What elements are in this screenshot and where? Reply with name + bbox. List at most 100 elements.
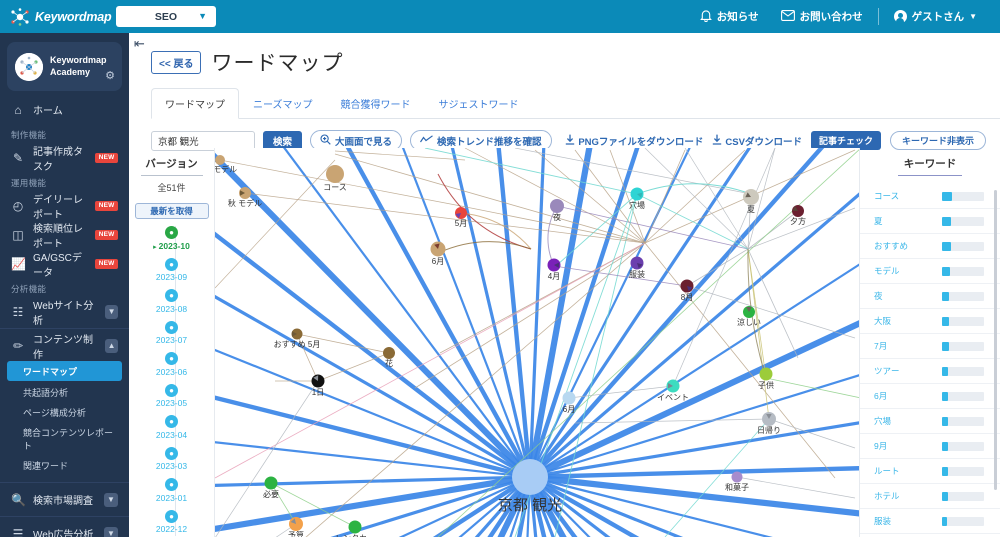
wordmap-canvas[interactable]: コース雛 モデル秋 モデルおすすめ 5月花1日5月6月夜穴場4月服装夏夕方8月涼… [214, 148, 860, 537]
brand-logo[interactable]: Keywordmap [0, 8, 108, 26]
page-title: ワードマップ [211, 47, 343, 77]
sidebar-item-related-words[interactable]: 関連ワード [0, 455, 129, 475]
png-download-button[interactable]: PNGファイルをダウンロード [565, 134, 703, 148]
version-entry[interactable]: ●2023-07 [129, 321, 214, 346]
wordmap-node[interactable] [326, 165, 344, 183]
clock-icon: ◴ [11, 199, 25, 213]
sidebar-item-wordmap[interactable]: ワードマップ [7, 361, 122, 381]
version-entry[interactable]: ●2023-03 [129, 447, 214, 472]
keyword-row[interactable]: 7月 [860, 334, 1000, 359]
wordmap-node[interactable] [512, 459, 548, 495]
version-entry[interactable]: ●2023-06 [129, 352, 214, 377]
user-menu[interactable]: ゲストさん ▼ [883, 9, 988, 24]
wordmap-node[interactable] [215, 155, 225, 165]
keyword-bar [942, 517, 984, 526]
version-list: ●2023-10 ●2023-09 ●2023-08 ●2023-07 ●2023-06… [129, 226, 214, 537]
academy-label: Keywordmap Academy [50, 55, 107, 78]
csv-download-button[interactable]: CSVダウンロード [712, 134, 802, 148]
tab-suggest-words[interactable]: サジェストワード [425, 88, 533, 119]
keyword-panel: キーワード コース夏おすすめモデル夜大阪7月ツアー6月穴場9月ルートホテル服装 [860, 148, 1000, 537]
get-latest-button[interactable]: 最新を取得 [135, 203, 209, 219]
keyword-row[interactable]: ルート [860, 459, 1000, 484]
keyword-bar [942, 467, 984, 476]
wordmap-edge [438, 174, 531, 249]
version-entry[interactable]: ●2022-12 [129, 510, 214, 535]
version-pin-icon: ● [165, 478, 178, 491]
academy-line2: Academy [50, 67, 90, 77]
keyword-scrollbar[interactable] [994, 190, 997, 490]
chevron-down-icon[interactable]: ▲ [105, 339, 118, 353]
wordmap-edge [530, 240, 860, 477]
tab-wordmap[interactable]: ワードマップ [151, 88, 239, 119]
notifications-label: お知らせ [717, 9, 759, 24]
sidebar-item-rank-report[interactable]: ◫ 検索順位レポート NEW [0, 220, 129, 249]
mode-select[interactable]: SEO ▼ [116, 6, 216, 27]
version-entry[interactable]: ●2023-08 [129, 289, 214, 314]
version-entry[interactable]: ●2023-04 [129, 415, 214, 440]
sidebar-collapse-icon[interactable]: ⇤ [130, 34, 149, 53]
academy-line1: Keywordmap [50, 55, 107, 65]
notifications-button[interactable]: お知らせ [689, 9, 770, 25]
keyword-row[interactable]: おすすめ [860, 234, 1000, 259]
version-entry[interactable]: ●2023-09 [129, 258, 214, 283]
keyword-row[interactable]: ホテル [860, 484, 1000, 509]
keyword-row[interactable]: モデル [860, 259, 1000, 284]
sidebar-item-home[interactable]: ⌂ ホーム [0, 95, 129, 124]
version-entry[interactable]: ●2023-10 [129, 226, 214, 251]
sidebar-item-ga-gsc[interactable]: 📈 GA/GSCデータ NEW [0, 249, 129, 278]
chevron-down-icon[interactable]: ▼ [105, 305, 118, 319]
keyword-bar [942, 342, 984, 351]
wordmap-edge [215, 243, 645, 478]
version-label: 2022-12 [129, 524, 214, 534]
keyword-row[interactable]: ツアー [860, 359, 1000, 384]
sidebar-item-page-structure[interactable]: ページ構成分析 [0, 402, 129, 422]
chevron-down-icon[interactable]: ▼ [104, 493, 118, 507]
sidebar-item-cooccurrence[interactable]: 共起語分析 [0, 382, 129, 402]
wordmap-edge [245, 193, 645, 243]
version-entry[interactable]: ●2023-05 [129, 384, 214, 409]
keyword-row[interactable]: 服装 [860, 509, 1000, 534]
keyword-row[interactable]: 9月 [860, 434, 1000, 459]
wordmap-node[interactable] [732, 472, 743, 483]
keyword-row[interactable]: 大阪 [860, 309, 1000, 334]
keyword-name: ルート [874, 465, 942, 477]
tab-competitor-words[interactable]: 競合獲得ワード [327, 88, 425, 119]
gear-icon[interactable]: ⚙ [105, 69, 115, 82]
wordmap-node[interactable] [550, 199, 564, 213]
sidebar-item-competitor-report[interactable]: 競合コンテンツレポート [0, 422, 129, 455]
wordmap-node[interactable] [563, 392, 576, 405]
sidebar-group-seisaku: 制作機能 [0, 124, 129, 143]
keyword-row[interactable]: 穴場 [860, 409, 1000, 434]
top-header-bar: Keywordmap SEO ▼ お知らせ お [0, 0, 1000, 33]
sidebar-item-daily-report[interactable]: ◴ デイリーレポート NEW [0, 191, 129, 220]
wordmap-node[interactable] [383, 347, 395, 359]
keyword-row[interactable]: コース [860, 184, 1000, 209]
keyword-row[interactable]: 夜 [860, 284, 1000, 309]
academy-card[interactable]: Keywordmap Academy ⚙ [7, 42, 122, 91]
sidebar-item-website-analysis[interactable]: ☷ Webサイト分析 ▼ [0, 297, 129, 326]
keyword-row[interactable]: 夏 [860, 209, 1000, 234]
keyword-name: おすすめ [874, 240, 942, 252]
sidebar-item-label: 検索順位レポート [33, 220, 87, 250]
wordmap-graph[interactable] [215, 148, 860, 537]
wordmap-edge [766, 378, 860, 398]
tab-needsmap[interactable]: ニーズマップ [239, 88, 327, 119]
chevron-down-icon[interactable]: ▼ [104, 527, 118, 537]
sidebar-item-article-task[interactable]: ✎ 記事作成タスク NEW [0, 143, 129, 172]
keyword-row[interactable]: 6月 [860, 384, 1000, 409]
sidebar-group-bunseki: 分析機能 [0, 278, 129, 297]
sidebar-item-web-ad-analysis[interactable]: ☰ Web広告分析 ▼ [0, 519, 129, 537]
keyword-bar [942, 367, 984, 376]
back-button[interactable]: << 戻る [151, 51, 201, 74]
sidebar-item-market-research[interactable]: 🔍 検索市場調査 ▼ [0, 485, 129, 514]
contact-button[interactable]: お問い合わせ [770, 9, 874, 24]
app-root: Keywordmap SEO ▼ お知らせ お [0, 0, 1000, 537]
keyword-name: 穴場 [874, 415, 942, 427]
sidebar-item-content-production[interactable]: ✏ コンテンツ制作 ▲ [0, 331, 129, 360]
keyword-name: 夜 [874, 290, 942, 302]
wordmap-node[interactable] [760, 368, 773, 381]
version-entry[interactable]: ●2023-01 [129, 478, 214, 503]
keyword-bar [942, 217, 984, 226]
version-count: 全51件 [129, 181, 214, 194]
version-label: 2023-04 [129, 430, 214, 440]
